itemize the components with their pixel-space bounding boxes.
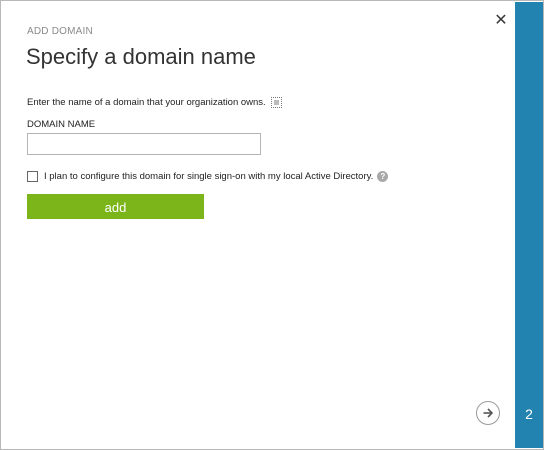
page-title: Specify a domain name [26, 44, 256, 69]
add-domain-dialog: ✕ ADD DOMAIN Specify a domain name Enter… [2, 2, 515, 448]
wizard-frame: ✕ ADD DOMAIN Specify a domain name Enter… [0, 0, 544, 450]
domain-name-label: DOMAIN NAME [27, 119, 96, 130]
arrow-right-icon [483, 408, 494, 418]
info-icon[interactable] [270, 97, 282, 108]
step-number: 2 [525, 406, 533, 422]
domain-name-input[interactable] [27, 133, 261, 155]
instruction-label: Enter the name of a domain that your org… [27, 97, 266, 108]
help-icon[interactable]: ? [377, 171, 389, 182]
sso-checkbox-label[interactable]: I plan to configure this domain for sing… [44, 171, 373, 182]
dialog-eyebrow: ADD DOMAIN [27, 26, 93, 37]
instruction-text: Enter the name of a domain that your org… [27, 97, 282, 108]
sso-checkbox[interactable] [27, 171, 38, 182]
close-icon[interactable]: ✕ [492, 12, 510, 30]
next-button[interactable] [476, 401, 500, 425]
sso-checkbox-row: I plan to configure this domain for sing… [27, 171, 389, 182]
wizard-step-panel: 2 [515, 2, 543, 448]
add-button[interactable]: add [27, 194, 204, 219]
